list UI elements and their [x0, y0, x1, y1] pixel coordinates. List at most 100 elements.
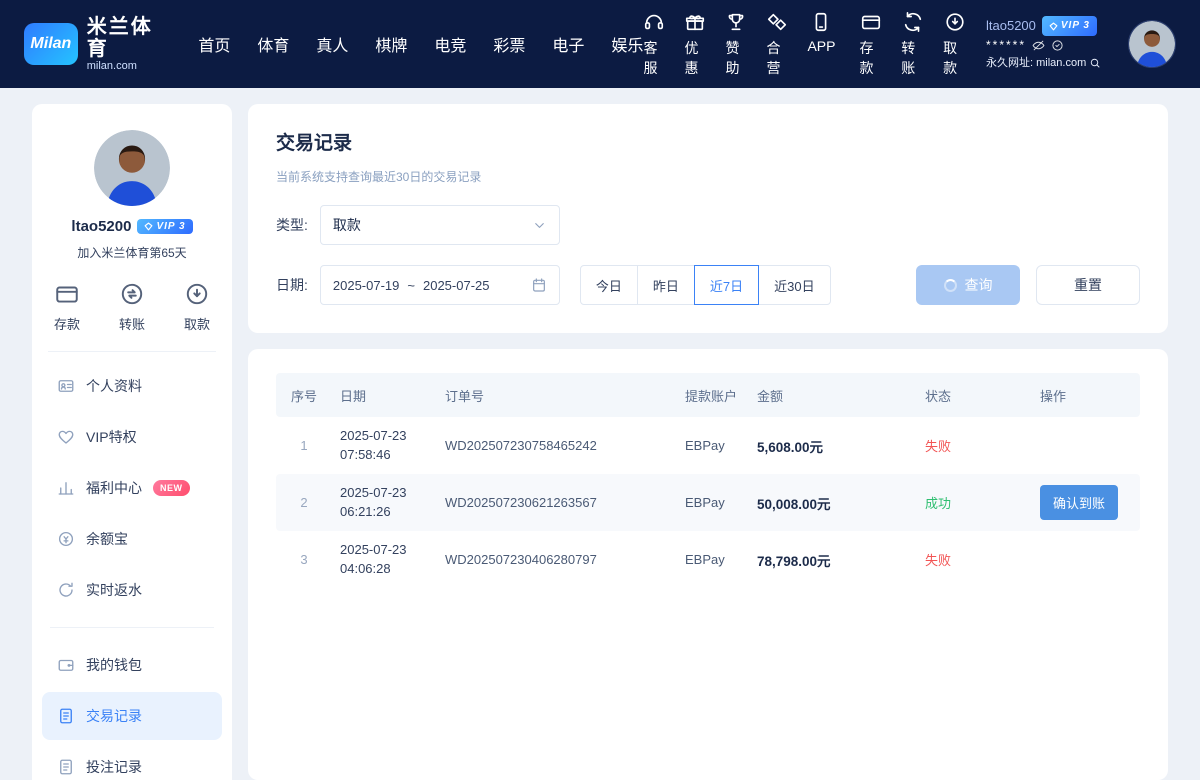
document-icon: [57, 758, 75, 776]
main-nav: 首页 体育 真人 棋牌 电竞 彩票 电子 娱乐: [198, 32, 643, 56]
sidebar-quick-actions: 存款 转账 取款: [54, 281, 210, 351]
range-7days-button[interactable]: 近7日: [694, 265, 759, 305]
header-right: 客服 优惠 赞助 合营 APP: [643, 11, 1176, 78]
confirm-received-button[interactable]: 确认到账: [1040, 485, 1118, 520]
sidebar-transfer-label: 转账: [119, 314, 145, 333]
nav-item-slots[interactable]: 电子: [552, 32, 584, 56]
magnifier-icon[interactable]: [1089, 57, 1101, 69]
bar-chart-icon: [57, 479, 75, 497]
partner-label: 合营: [766, 38, 788, 78]
range-30days-button[interactable]: 近30日: [758, 265, 830, 305]
nav-item-sports[interactable]: 体育: [257, 32, 289, 56]
nav-item-live[interactable]: 真人: [316, 32, 348, 56]
reset-button[interactable]: 重置: [1036, 265, 1140, 305]
menu-label: 余额宝: [86, 529, 128, 549]
date-range-picker[interactable]: 2025-07-19 ~ 2025-07-25: [320, 265, 560, 305]
deposit-button[interactable]: 存款: [859, 11, 882, 78]
col-header-order: 订单号: [437, 386, 677, 405]
row-order-no: WD202507230406280797: [437, 552, 677, 567]
col-header-date: 日期: [332, 386, 437, 405]
transfer-button[interactable]: 转账: [901, 11, 924, 78]
row-action: 确认到账: [1032, 485, 1140, 520]
filter-card: 交易记录 当前系统支持查询最近30日的交易记录 类型: 取款 日期: 2025-…: [248, 104, 1168, 333]
sidebar-item-benefits[interactable]: 福利中心 NEW: [42, 464, 222, 512]
diamond-icon: [144, 222, 153, 231]
nav-item-lottery[interactable]: 彩票: [493, 32, 525, 56]
type-select-value: 取款: [333, 215, 361, 235]
phone-icon: [810, 11, 832, 33]
customer-service-label: 客服: [643, 38, 665, 78]
row-date: 2025-07-23 07:58:46: [332, 427, 437, 465]
nav-item-entertainment[interactable]: 娱乐: [611, 32, 643, 56]
app-download-button[interactable]: APP: [807, 11, 835, 78]
row-account: EBPay: [677, 438, 749, 453]
date-start: 2025-07-19: [333, 278, 400, 293]
avatar-image: [1129, 21, 1175, 67]
row-amount: 50,008.00元: [749, 493, 917, 513]
brand-logo[interactable]: Milan 米兰体育 milan.com: [24, 16, 168, 72]
transactions-table-card: 序号 日期 订单号 提款账户 金额 状态 操作 1 2025-07-23 07:…: [248, 349, 1168, 780]
sidebar-deposit-label: 存款: [54, 314, 80, 333]
sidebar-withdraw-label: 取款: [184, 314, 210, 333]
range-yesterday-button[interactable]: 昨日: [637, 265, 695, 305]
row-amount: 78,798.00元: [749, 550, 917, 570]
row-date: 2025-07-23 04:06:28: [332, 541, 437, 579]
sidebar-item-transactions[interactable]: 交易记录: [42, 692, 222, 740]
nav-item-home[interactable]: 首页: [198, 32, 230, 56]
user-avatar[interactable]: [1128, 20, 1176, 68]
customer-service-button[interactable]: 客服: [643, 11, 665, 78]
sponsor-label: 赞助: [725, 38, 747, 78]
heart-icon: [57, 428, 75, 446]
username[interactable]: ltao5200: [986, 16, 1036, 36]
sidebar-item-rebate[interactable]: 实时返水: [42, 566, 222, 614]
sidebar-withdraw-button[interactable]: 取款: [184, 281, 210, 333]
withdraw-button[interactable]: 取款: [943, 11, 966, 78]
sidebar-username: ltao5200: [71, 218, 131, 235]
date-filter-row: 日期: 2025-07-19 ~ 2025-07-25 今日 昨日 近7日: [276, 265, 1140, 305]
gift-icon: [684, 11, 706, 33]
sidebar-item-vip[interactable]: VIP特权: [42, 413, 222, 461]
sidebar-item-yuebao[interactable]: 余额宝: [42, 515, 222, 563]
sponsor-button[interactable]: 赞助: [725, 11, 747, 78]
range-today-button[interactable]: 今日: [580, 265, 638, 305]
avatar-image: [94, 130, 170, 206]
divider: [50, 627, 214, 628]
refresh-balance-icon[interactable]: [1051, 39, 1064, 52]
sidebar-deposit-button[interactable]: 存款: [54, 281, 80, 333]
sidebar-avatar[interactable]: [94, 130, 170, 206]
service-icons: 客服 优惠 赞助 合营 APP: [643, 11, 835, 78]
nav-item-esports[interactable]: 电竞: [434, 32, 466, 56]
sidebar-item-wallet[interactable]: 我的钱包: [42, 641, 222, 689]
page-subtitle: 当前系统支持查询最近30日的交易记录: [276, 168, 1140, 185]
transfer-icon: [902, 11, 924, 33]
deposit-label: 存款: [859, 38, 882, 78]
sidebar-transfer-button[interactable]: 转账: [119, 281, 145, 333]
sidebar-item-bets[interactable]: 投注记录: [42, 743, 222, 780]
member-since-text: 加入米兰体育第65天: [32, 244, 232, 261]
id-card-icon: [57, 377, 75, 395]
query-button[interactable]: 查询: [916, 265, 1020, 305]
row-index: 1: [276, 438, 332, 453]
row-status: 失败: [917, 436, 1032, 455]
menu-label: 实时返水: [86, 580, 142, 600]
row-account: EBPay: [677, 495, 749, 510]
col-header-index: 序号: [276, 386, 332, 405]
refresh-icon: [57, 581, 75, 599]
coin-icon: [57, 530, 75, 548]
partner-button[interactable]: 合营: [766, 11, 788, 78]
row-order-no: WD202507230758465242: [437, 438, 677, 453]
row-order-no: WD202507230621263567: [437, 495, 677, 510]
logo-mark: Milan: [24, 23, 78, 65]
menu-label: 交易记录: [86, 706, 142, 726]
top-header: Milan 米兰体育 milan.com 首页 体育 真人 棋牌 电竞 彩票 电…: [0, 0, 1200, 88]
sidebar-item-profile[interactable]: 个人资料: [42, 362, 222, 410]
nav-item-chess[interactable]: 棋牌: [375, 32, 407, 56]
date-label: 日期:: [276, 275, 308, 295]
row-status: 成功: [917, 493, 1032, 512]
promotions-button[interactable]: 优惠: [684, 11, 706, 78]
eye-off-icon[interactable]: [1032, 39, 1045, 52]
content-area: ltao5200 VIP 3 加入米兰体育第65天 存款 转账 取款: [0, 88, 1200, 780]
sidebar-menu: 个人资料 VIP特权 福利中心 NEW 余额宝 实时返水: [32, 352, 232, 780]
calendar-icon: [531, 277, 547, 293]
type-select[interactable]: 取款: [320, 205, 560, 245]
